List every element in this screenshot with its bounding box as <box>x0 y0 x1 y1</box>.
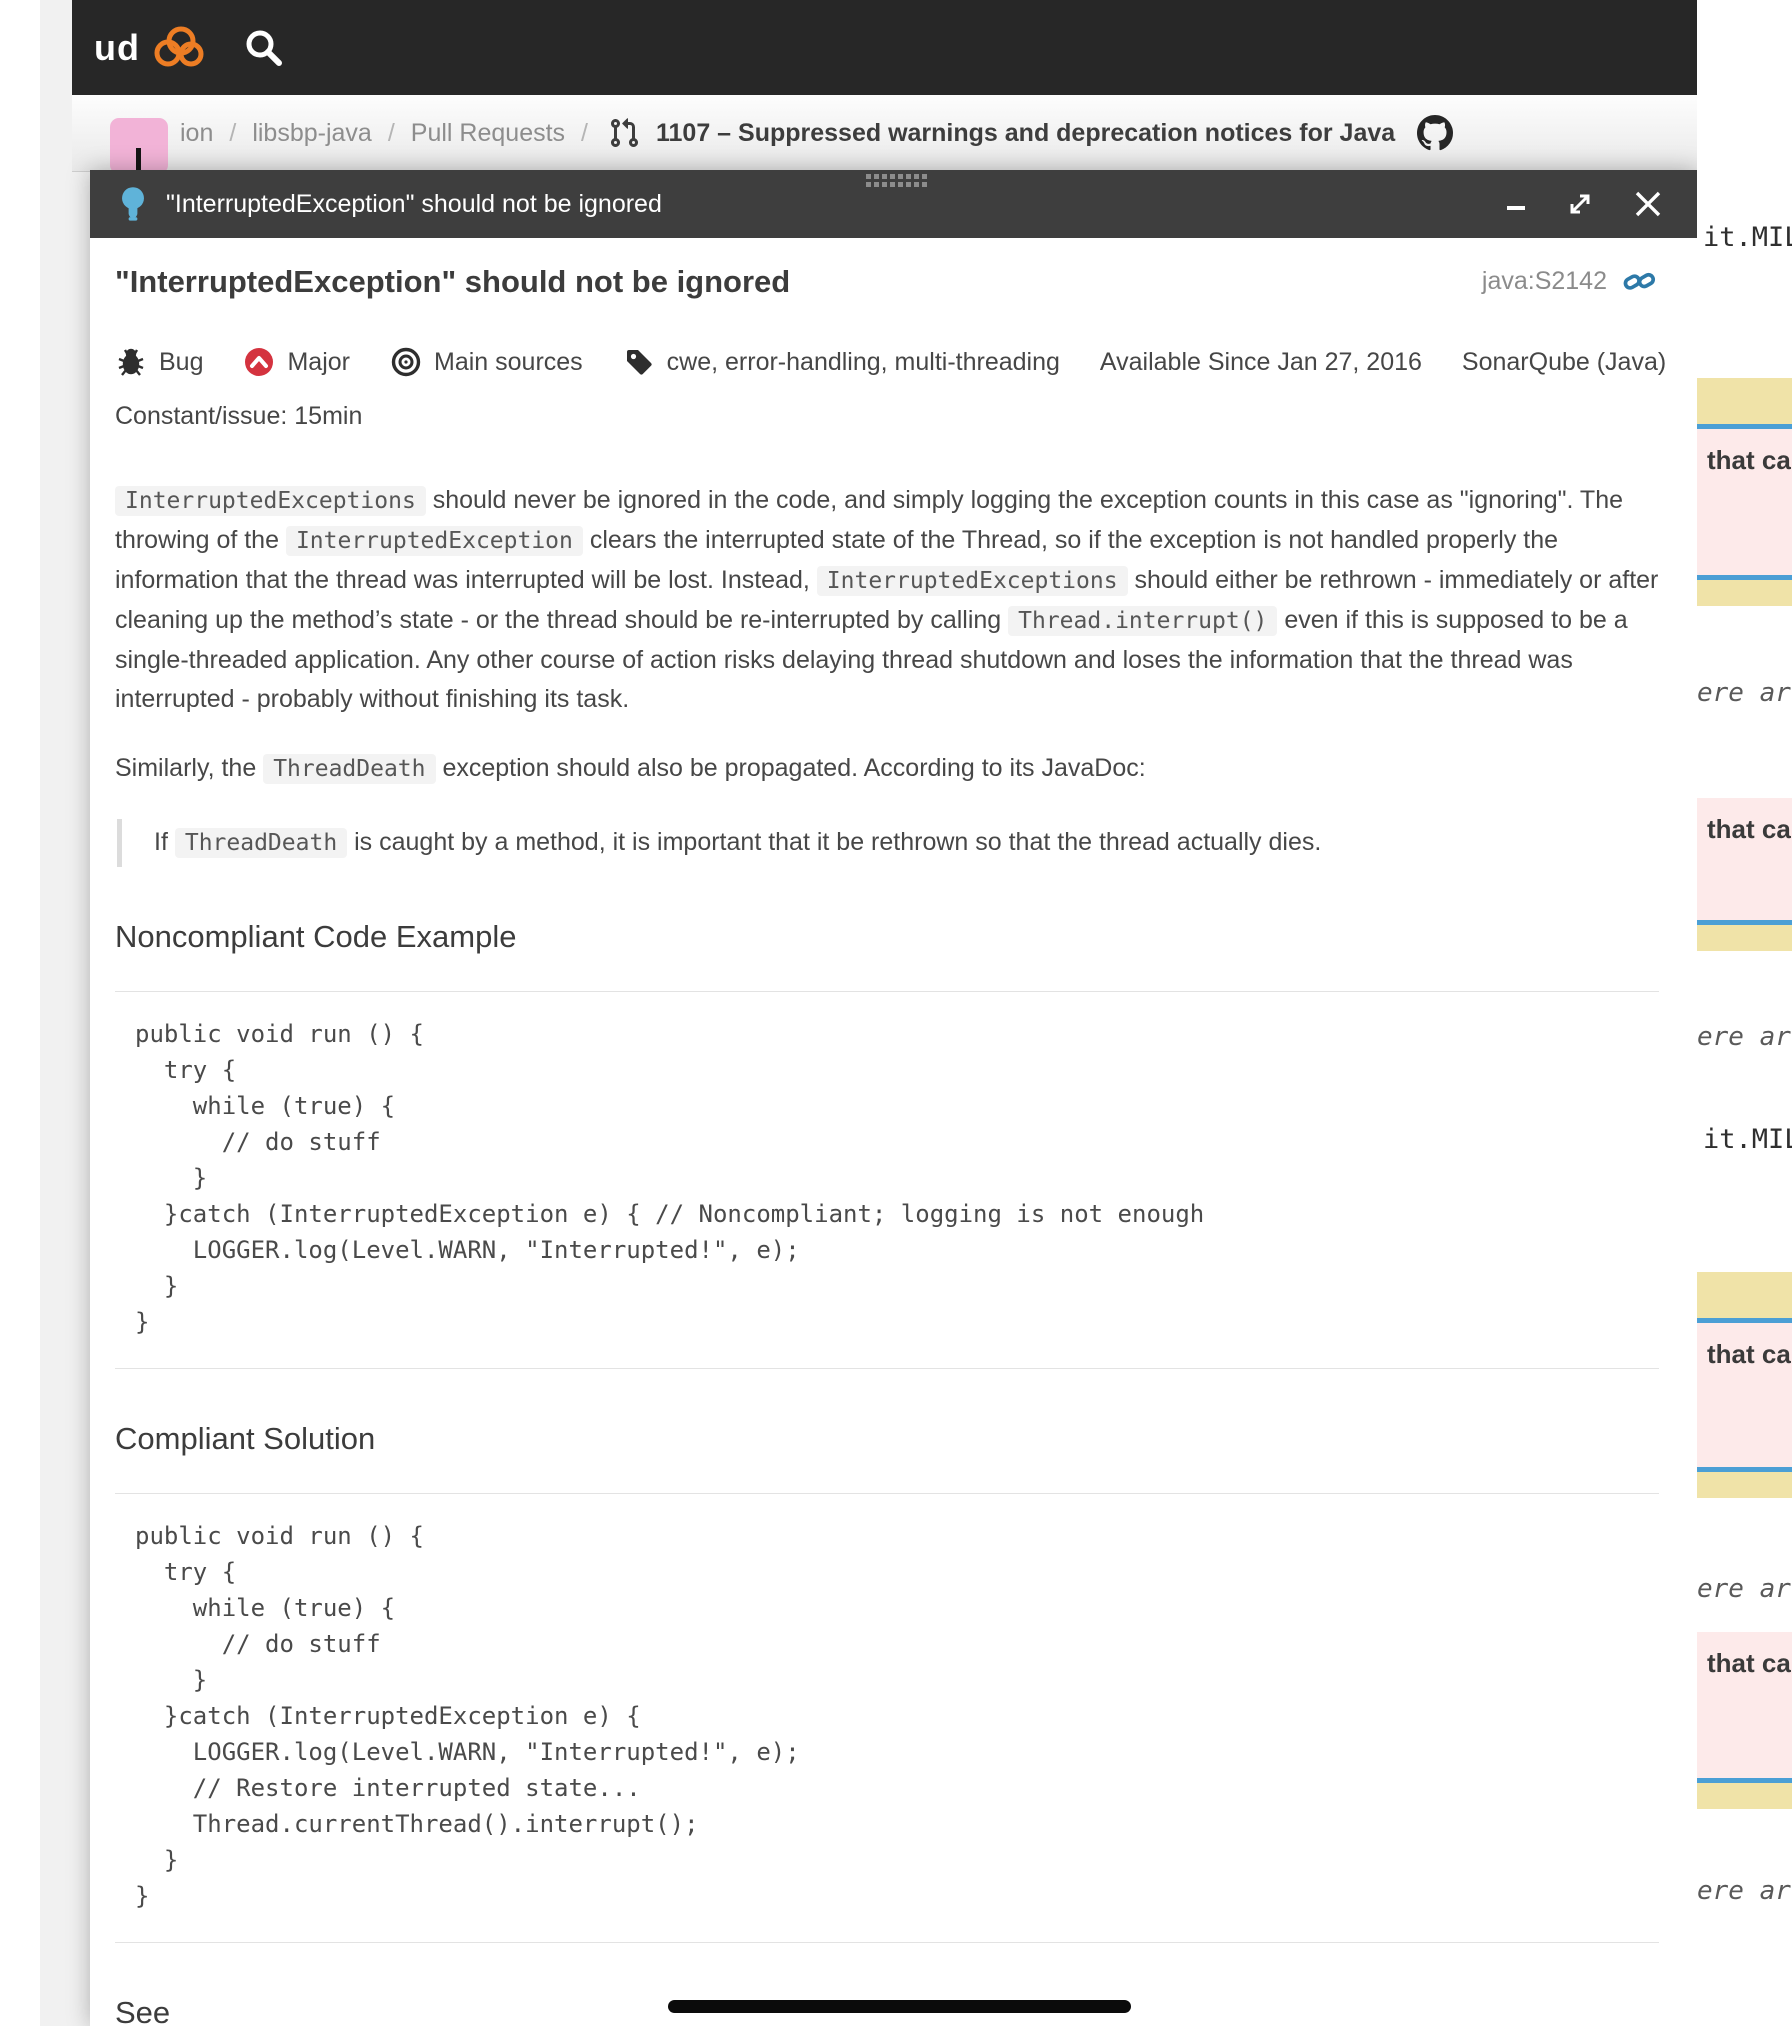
modal-header: "InterruptedException" should not be ign… <box>90 170 1697 238</box>
breadcrumb-separator: / <box>229 118 237 147</box>
rule-scope-badge: Main sources <box>390 346 583 378</box>
drag-handle[interactable] <box>866 174 932 187</box>
issue-tooltip-fragment: that ca <box>1697 1632 1792 1809</box>
issue-tooltip-fragment: that ca <box>1697 798 1792 951</box>
rule-tags-badge: cwe, error-handling, multi-threading <box>623 346 1060 378</box>
severity-major-icon <box>243 346 275 378</box>
modal-body: "InterruptedException" should not be ign… <box>90 238 1697 2026</box>
rule-available-since: Available Since Jan 27, 2016 <box>1099 347 1422 376</box>
rule-scope-label: Main sources <box>434 347 583 376</box>
background-code-fragment: it.MILL <box>1703 1124 1792 1155</box>
issue-tooltip-fragment: that ca <box>1697 1272 1792 1498</box>
breadcrumb: ion / libsbp-java / Pull Requests / 1107… <box>72 95 1697 174</box>
background-code-fragment: it.MILL <box>1703 222 1792 253</box>
compliant-code-block: public void run () { try { while (true) … <box>115 1493 1659 1943</box>
javadoc-quote: If ThreadDeath is caught by a method, it… <box>117 819 1604 867</box>
issue-tooltip-text: that ca <box>1697 1632 1792 1778</box>
breadcrumb-pull-requests[interactable]: Pull Requests <box>411 119 565 148</box>
breadcrumb-separator: / <box>581 118 588 147</box>
rule-tags-label: cwe, error-handling, multi-threading <box>666 347 1060 376</box>
noncompliant-heading: Noncompliant Code Example <box>115 919 517 954</box>
rule-type-label: Bug <box>159 347 204 376</box>
screen: ud ion / libsbp-java / Pull Requests / 1… <box>0 0 1792 2026</box>
issue-tooltip-text: that ca <box>1697 429 1792 575</box>
expand-icon[interactable] <box>1565 189 1595 219</box>
background-comment-fragment: ere are <box>1697 1574 1792 1604</box>
rule-description: InterruptedExceptions should never be ig… <box>115 481 1659 789</box>
rule-title: "InterruptedException" should not be ign… <box>115 264 791 299</box>
breadcrumb-pr-title[interactable]: 1107 – Suppressed warnings and deprecati… <box>656 119 1395 148</box>
breadcrumb-org[interactable]: ion <box>180 119 213 148</box>
target-icon <box>390 346 422 378</box>
page-left-gutter <box>40 0 90 2026</box>
modal-title: "InterruptedException" should not be ign… <box>166 189 662 218</box>
background-comment-fragment: ere are <box>1697 678 1792 708</box>
pull-request-icon <box>608 117 640 149</box>
rule-type-badge: Bug <box>115 346 203 378</box>
description-paragraph: InterruptedExceptions should never be ig… <box>115 486 1659 713</box>
issue-tooltip-text: that ca <box>1697 798 1792 920</box>
background-page-strip: it.MILL that ca ere are that ca ere are … <box>1697 0 1792 2026</box>
description-paragraph: Similarly, the ThreadDeath exception sho… <box>115 754 1146 784</box>
breadcrumb-separator: / <box>387 118 395 147</box>
rule-engine: SonarQube (Java) <box>1461 347 1667 376</box>
app-top-bar: ud <box>72 0 1697 95</box>
sonarcloud-logo-icon <box>150 25 208 71</box>
rule-key: java:S2142 <box>1481 266 1607 295</box>
close-icon[interactable] <box>1631 187 1665 221</box>
rule-severity-label: Major <box>287 347 350 376</box>
rule-severity-badge: Major <box>243 346 350 378</box>
rule-meta-row: Bug Major Main sources cwe, error-handli… <box>115 346 1666 378</box>
compliant-heading: Compliant Solution <box>115 1421 376 1456</box>
issue-tooltip-fragment: that ca <box>1697 378 1792 606</box>
search-icon[interactable] <box>242 26 286 70</box>
issue-tooltip-text: that ca <box>1697 1323 1792 1467</box>
tag-icon <box>623 346 655 378</box>
background-comment-fragment: ere are <box>1697 1876 1792 1906</box>
breadcrumb-repo[interactable]: libsbp-java <box>252 119 372 148</box>
bug-icon <box>115 346 147 378</box>
home-indicator[interactable] <box>668 2000 1131 2013</box>
github-icon[interactable] <box>1417 115 1454 151</box>
lightbulb-icon <box>118 185 148 223</box>
background-comment-fragment: ere are <box>1697 1022 1792 1052</box>
project-avatar[interactable] <box>110 118 168 174</box>
minimize-icon[interactable] <box>1503 191 1529 217</box>
permalink-icon[interactable] <box>1623 266 1657 296</box>
rule-description-modal: "InterruptedException" should not be ign… <box>90 170 1697 2026</box>
brand-text-partial: ud <box>94 26 140 68</box>
rule-effort: Constant/issue: 15min <box>115 402 363 430</box>
noncompliant-code-block: public void run () { try { while (true) … <box>115 991 1659 1369</box>
